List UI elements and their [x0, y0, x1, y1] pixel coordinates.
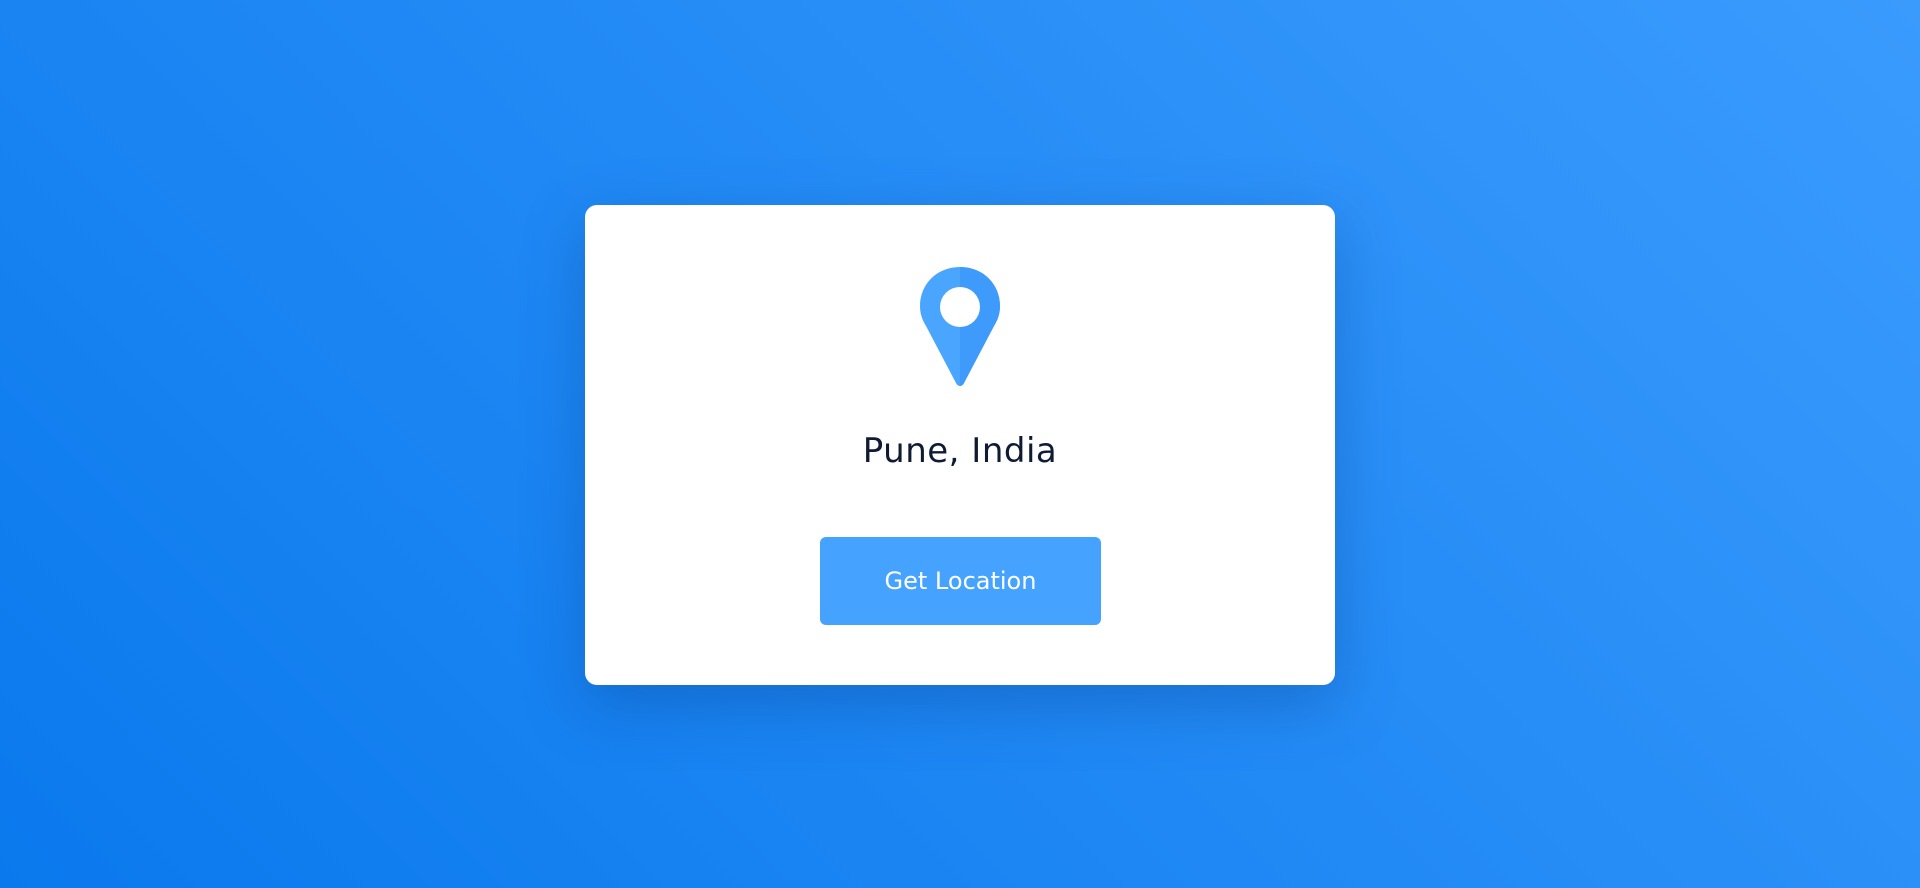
location-text: Pune, India [862, 431, 1058, 471]
location-card: Pune, India Get Location [585, 205, 1335, 685]
map-pin-icon [918, 265, 1002, 389]
get-location-button[interactable]: Get Location [820, 537, 1101, 625]
